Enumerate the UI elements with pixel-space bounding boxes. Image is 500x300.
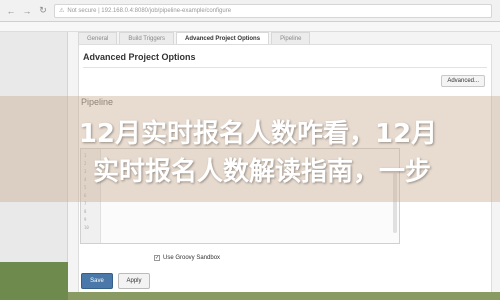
url-text: Not secure | 192.168.0.4:8080/job/pipeli… — [67, 7, 232, 14]
forward-arrow-icon[interactable]: → — [22, 6, 32, 16]
section-divider — [83, 67, 487, 68]
groovy-sandbox-checkbox[interactable]: ✓ — [154, 255, 160, 261]
tab-build-triggers[interactable]: Build Triggers — [119, 32, 175, 44]
bookmarks-bar — [0, 22, 500, 32]
lock-icon: ⚠ — [59, 8, 65, 14]
line-number: 9 — [84, 217, 87, 222]
config-tabs: General Build Triggers Advanced Project … — [78, 32, 311, 44]
address-bar[interactable]: ⚠ Not secure | 192.168.0.4:8080/job/pipe… — [54, 3, 492, 18]
groovy-sandbox-option[interactable]: ✓ Use Groovy Sandbox — [154, 255, 220, 261]
background-photo-strip-bottom — [68, 292, 500, 300]
headline-line-2: 实时报名人数解读指南，一步 — [92, 157, 431, 187]
headline-line-1: 12月实时报名人数咋看，12月 — [78, 119, 438, 149]
reload-icon[interactable]: ↻ — [38, 5, 48, 16]
groovy-sandbox-label: Use Groovy Sandbox — [163, 255, 221, 261]
line-number: 8 — [84, 209, 87, 214]
browser-toolbar: ← → ↻ ⚠ Not secure | 192.168.0.4:8080/jo… — [0, 0, 500, 22]
save-button[interactable]: Save — [81, 273, 113, 289]
tab-pipeline[interactable]: Pipeline — [271, 32, 311, 44]
background-photo-strip — [0, 262, 68, 300]
tab-general[interactable]: General — [78, 32, 118, 44]
tab-advanced-project-options[interactable]: Advanced Project Options — [176, 32, 270, 44]
advanced-button[interactable]: Advanced... — [441, 75, 485, 87]
line-number: 10 — [84, 225, 89, 230]
advanced-project-options-title: Advanced Project Options — [83, 52, 196, 62]
back-arrow-icon[interactable]: ← — [6, 6, 16, 16]
apply-button[interactable]: Apply — [118, 273, 150, 289]
